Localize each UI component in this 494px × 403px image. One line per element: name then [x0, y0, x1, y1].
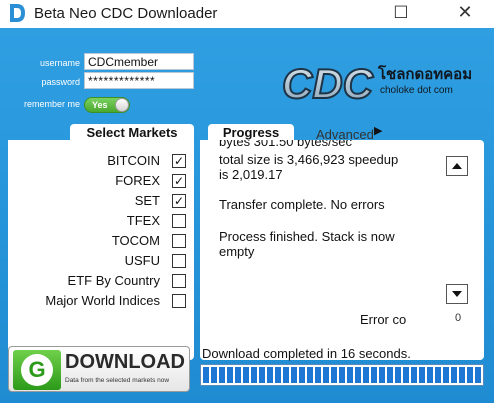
log-line: Transfer complete. No errors	[219, 197, 385, 212]
log-line: empty	[219, 244, 255, 259]
market-row-tocom: TOCOM	[8, 232, 194, 252]
remember-me-label: remember me	[23, 99, 80, 109]
market-row-usfu: USFU	[8, 252, 194, 272]
error-count-value: 0	[455, 312, 462, 324]
tab-select-markets[interactable]: Select Markets	[70, 124, 194, 141]
password-label: password	[41, 77, 80, 87]
scroll-down-button[interactable]	[446, 284, 468, 304]
market-checkbox[interactable]: ✓	[172, 194, 186, 208]
logo-thai-text: โชลกดอทคอม	[378, 66, 473, 83]
download-logo-icon: G	[13, 350, 61, 390]
log-line-partial: bytes 301.50 bytes/sec	[219, 140, 352, 149]
market-checkbox[interactable]	[172, 294, 186, 308]
download-progress-bar	[200, 364, 484, 386]
tab-scroll-right-icon[interactable]: ▶	[374, 124, 382, 137]
market-checkbox[interactable]	[172, 214, 186, 228]
market-label: USFU	[124, 253, 160, 268]
market-row-etf-by-country: ETF By Country	[8, 272, 194, 292]
download-subtitle: Data from the selected markets now	[65, 377, 170, 384]
market-checkbox[interactable]: ✓	[172, 154, 186, 168]
logo-subtitle: choloke dot com	[380, 85, 453, 96]
market-checkbox[interactable]	[172, 254, 186, 268]
error-count-label: Error co	[360, 312, 407, 327]
download-status: Download completed in 16 seconds.	[202, 346, 411, 361]
market-row-bitcoin: BITCOIN ✓	[8, 152, 194, 172]
scroll-up-button[interactable]	[446, 156, 468, 176]
market-row-major-world-indices: Major World Indices	[8, 292, 194, 312]
logo-letters: CDC	[282, 60, 374, 107]
market-checkbox[interactable]	[172, 234, 186, 248]
market-row-tfex: TFEX	[8, 212, 194, 232]
main-panel: username password remember me Yes CDC โช…	[0, 28, 494, 403]
username-label: username	[39, 58, 80, 68]
password-field[interactable]	[84, 72, 194, 89]
market-checkbox[interactable]: ✓	[172, 174, 186, 188]
market-row-forex: FOREX ✓	[8, 172, 194, 192]
market-label: FOREX	[115, 173, 160, 188]
toggle-knob	[115, 98, 129, 112]
log-line: is 2,019.17	[219, 167, 283, 182]
download-button[interactable]: G DOWNLOAD Data from the selected market…	[8, 346, 190, 392]
market-label: Major World Indices	[45, 293, 160, 308]
markets-panel: BITCOIN ✓ FOREX ✓ SET ✓ TFEX TOCOM USFU …	[8, 140, 194, 360]
market-checkbox[interactable]	[172, 274, 186, 288]
title-bar: Beta Neo CDC Downloader ☐ ✕	[0, 0, 494, 28]
log-line: Process finished. Stack is now	[219, 229, 395, 244]
log-line: total size is 3,466,923 speedup	[219, 152, 399, 167]
tab-progress[interactable]: Progress	[208, 124, 294, 141]
app-logo-icon	[10, 4, 25, 22]
window-title: Beta Neo CDC Downloader	[34, 5, 218, 22]
market-label: ETF By Country	[67, 273, 160, 288]
market-row-set: SET ✓	[8, 192, 194, 212]
username-field[interactable]	[84, 53, 194, 70]
market-label: TFEX	[126, 213, 160, 228]
download-logo-letter: G	[28, 357, 46, 382]
market-label: SET	[134, 193, 160, 208]
remember-me-toggle[interactable]: Yes	[84, 97, 130, 113]
download-title: DOWNLOAD	[65, 351, 185, 373]
toggle-state-text: Yes	[92, 100, 108, 110]
market-label: TOCOM	[111, 233, 160, 248]
close-button[interactable]: ✕	[450, 2, 480, 24]
progress-panel: bytes 301.50 bytes/sec total size is 3,4…	[200, 140, 484, 360]
download-progress-fill	[203, 367, 481, 383]
market-label: BITCOIN	[107, 153, 160, 168]
maximize-button[interactable]: ☐	[386, 2, 416, 24]
